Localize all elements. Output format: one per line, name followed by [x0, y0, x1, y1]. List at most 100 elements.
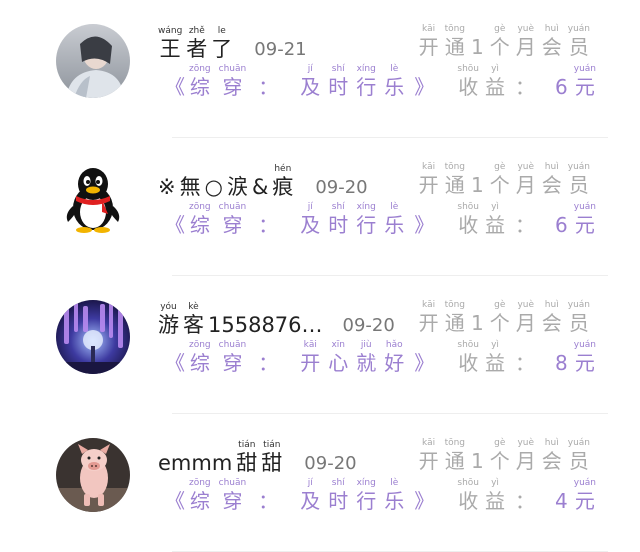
character: 员	[568, 311, 589, 335]
character: 涙	[226, 175, 248, 199]
character: 甜	[236, 451, 258, 475]
pinyin-annotation: zōng	[189, 202, 211, 212]
character: 游	[158, 313, 179, 337]
quote-open: 《	[165, 489, 185, 513]
character: 开	[418, 449, 439, 473]
book-tag[interactable]: 《 zōng 综 chuān 穿 ： kāi 开 xīn 心 jiù 就 hǎo 好》	[165, 340, 438, 376]
book-tag[interactable]: 《 zōng 综 chuān 穿 ： jí 及 shí 时 xíng 行 lè 乐》	[165, 478, 438, 514]
earn-colon: ：	[515, 351, 536, 375]
character: 行	[356, 213, 377, 237]
character: 1	[471, 35, 484, 59]
pinyin-annotation: jiù	[360, 340, 372, 350]
avatar-wisteria-photo	[56, 300, 130, 374]
character: ※	[158, 175, 176, 199]
user-name-line: .emmmtián甜tián甜09-20	[158, 436, 357, 476]
pinyin-annotation: kāi	[421, 300, 436, 310]
character: 1	[471, 173, 484, 197]
avatar[interactable]	[56, 300, 130, 374]
pinyin-annotation: xíng	[356, 64, 376, 74]
avatar[interactable]	[56, 438, 130, 512]
character: 元	[574, 489, 595, 513]
character: 穿	[222, 213, 243, 237]
character: 开	[300, 351, 321, 375]
pinyin-annotation: kāi	[303, 340, 317, 350]
user-name-line: .※.無.○.涙.&hén痕 09-20	[158, 160, 368, 200]
tag-colon: ：	[258, 75, 279, 99]
character: 者	[186, 37, 208, 61]
character: 月	[515, 173, 536, 197]
tag-colon: ：	[258, 351, 279, 375]
list-item[interactable]: .emmmtián甜tián甜09-20《zōng综chuān穿：jí及shí时…	[0, 414, 640, 552]
character: 综	[189, 489, 210, 513]
pinyin-annotation: yuán	[573, 202, 596, 212]
pinyin-annotation: shí	[331, 202, 345, 212]
character: 收	[458, 75, 479, 99]
pinyin-annotation: huì	[544, 438, 559, 448]
earnings: shōu 收 yì 益 ： 6 yuán 元	[457, 202, 596, 238]
character: &	[251, 175, 269, 199]
membership-status: kāi开tōng通.1gè个yuè月huì会yuán员	[419, 24, 596, 60]
pinyin-annotation: tián	[263, 440, 281, 450]
character: 综	[189, 213, 210, 237]
membership-status: kāi开tōng通.1gè个yuè月huì会yuán员	[419, 300, 596, 336]
character: 员	[568, 35, 589, 59]
character: 时	[328, 213, 349, 237]
character: 行	[356, 489, 377, 513]
list-item[interactable]: wáng 王 zhě 者 le 了 09-21 《 zōng 综 chuān 穿 ： jí 及 shí 时 xín…	[0, 0, 640, 138]
character: 甜	[261, 451, 283, 475]
pinyin-annotation: yuán	[567, 300, 590, 310]
pinyin-annotation: gè	[494, 300, 506, 310]
character: 通	[444, 311, 465, 335]
pinyin-annotation: shōu	[457, 340, 480, 350]
character: 益	[485, 75, 506, 99]
avatar[interactable]	[56, 162, 130, 236]
pinyin-annotation: tián	[238, 440, 256, 450]
character: 通	[444, 449, 465, 473]
earn-amount: 8	[555, 351, 568, 375]
pinyin-annotation: yuán	[567, 162, 590, 172]
pinyin-annotation: yuè	[517, 438, 535, 448]
quote-open: 《	[165, 351, 185, 375]
character: 益	[485, 489, 506, 513]
character: 益	[485, 213, 506, 237]
user-name: yóu 游 kè 客	[158, 302, 208, 338]
pinyin-annotation: xíng	[356, 202, 376, 212]
date-label: 09-20	[304, 453, 357, 474]
pinyin-annotation: gè	[494, 24, 506, 34]
pinyin-annotation: shí	[331, 478, 345, 488]
character: 收	[458, 489, 479, 513]
character: 月	[515, 311, 536, 335]
character: 客	[183, 313, 204, 337]
character: 收	[458, 213, 479, 237]
pinyin-annotation: yuán	[567, 24, 590, 34]
character: emmm	[158, 451, 233, 475]
pinyin-annotation: lè	[390, 64, 399, 74]
pinyin-annotation: chuān	[218, 202, 247, 212]
pinyin-annotation: tōng	[444, 24, 466, 34]
list-item[interactable]: yóu 游 kè 客 1558876… 09-20 《 zōng 综 chuān 穿： kāi 开 xīn…	[0, 276, 640, 414]
character: 好	[384, 351, 405, 375]
avatar[interactable]	[56, 24, 130, 98]
character: 及	[300, 213, 321, 237]
book-tag[interactable]: 《 zōng 综 chuān 穿 ： jí 及 shí 时 xíng 行 lè 乐》	[165, 202, 438, 238]
character: 乐	[384, 489, 405, 513]
pinyin-annotation: gè	[494, 438, 506, 448]
earn-amount: 6	[555, 75, 568, 99]
character: 穿	[222, 351, 243, 375]
pinyin-annotation: huì	[544, 162, 559, 172]
pinyin-annotation: huì	[544, 24, 559, 34]
pinyin-annotation: yì	[491, 64, 499, 74]
character: 个	[489, 449, 510, 473]
character: 乐	[384, 75, 405, 99]
user-name: .emmmtián甜tián甜	[158, 440, 286, 476]
pinyin-annotation: zhě	[188, 26, 205, 36]
book-tag[interactable]: 《 zōng 综 chuān 穿 ： jí 及 shí 时 xíng 行 lè 乐》	[165, 64, 438, 100]
reward-list: wáng 王 zhě 者 le 了 09-21 《 zōng 综 chuān 穿： jí 及 shí 时 xín…	[0, 0, 640, 552]
character: 员	[568, 449, 589, 473]
list-item[interactable]: .※.無.○.涙.&hén痕 09-20 《 zōng综 chuān穿 ： jí及 shí时x…	[0, 138, 640, 276]
pinyin-annotation: kè	[188, 302, 199, 312]
quote-close: 》	[414, 213, 435, 237]
pinyin-annotation: hǎo	[385, 340, 403, 350]
pinyin-annotation: wáng	[158, 26, 183, 36]
pinyin-annotation: yóu	[160, 302, 177, 312]
